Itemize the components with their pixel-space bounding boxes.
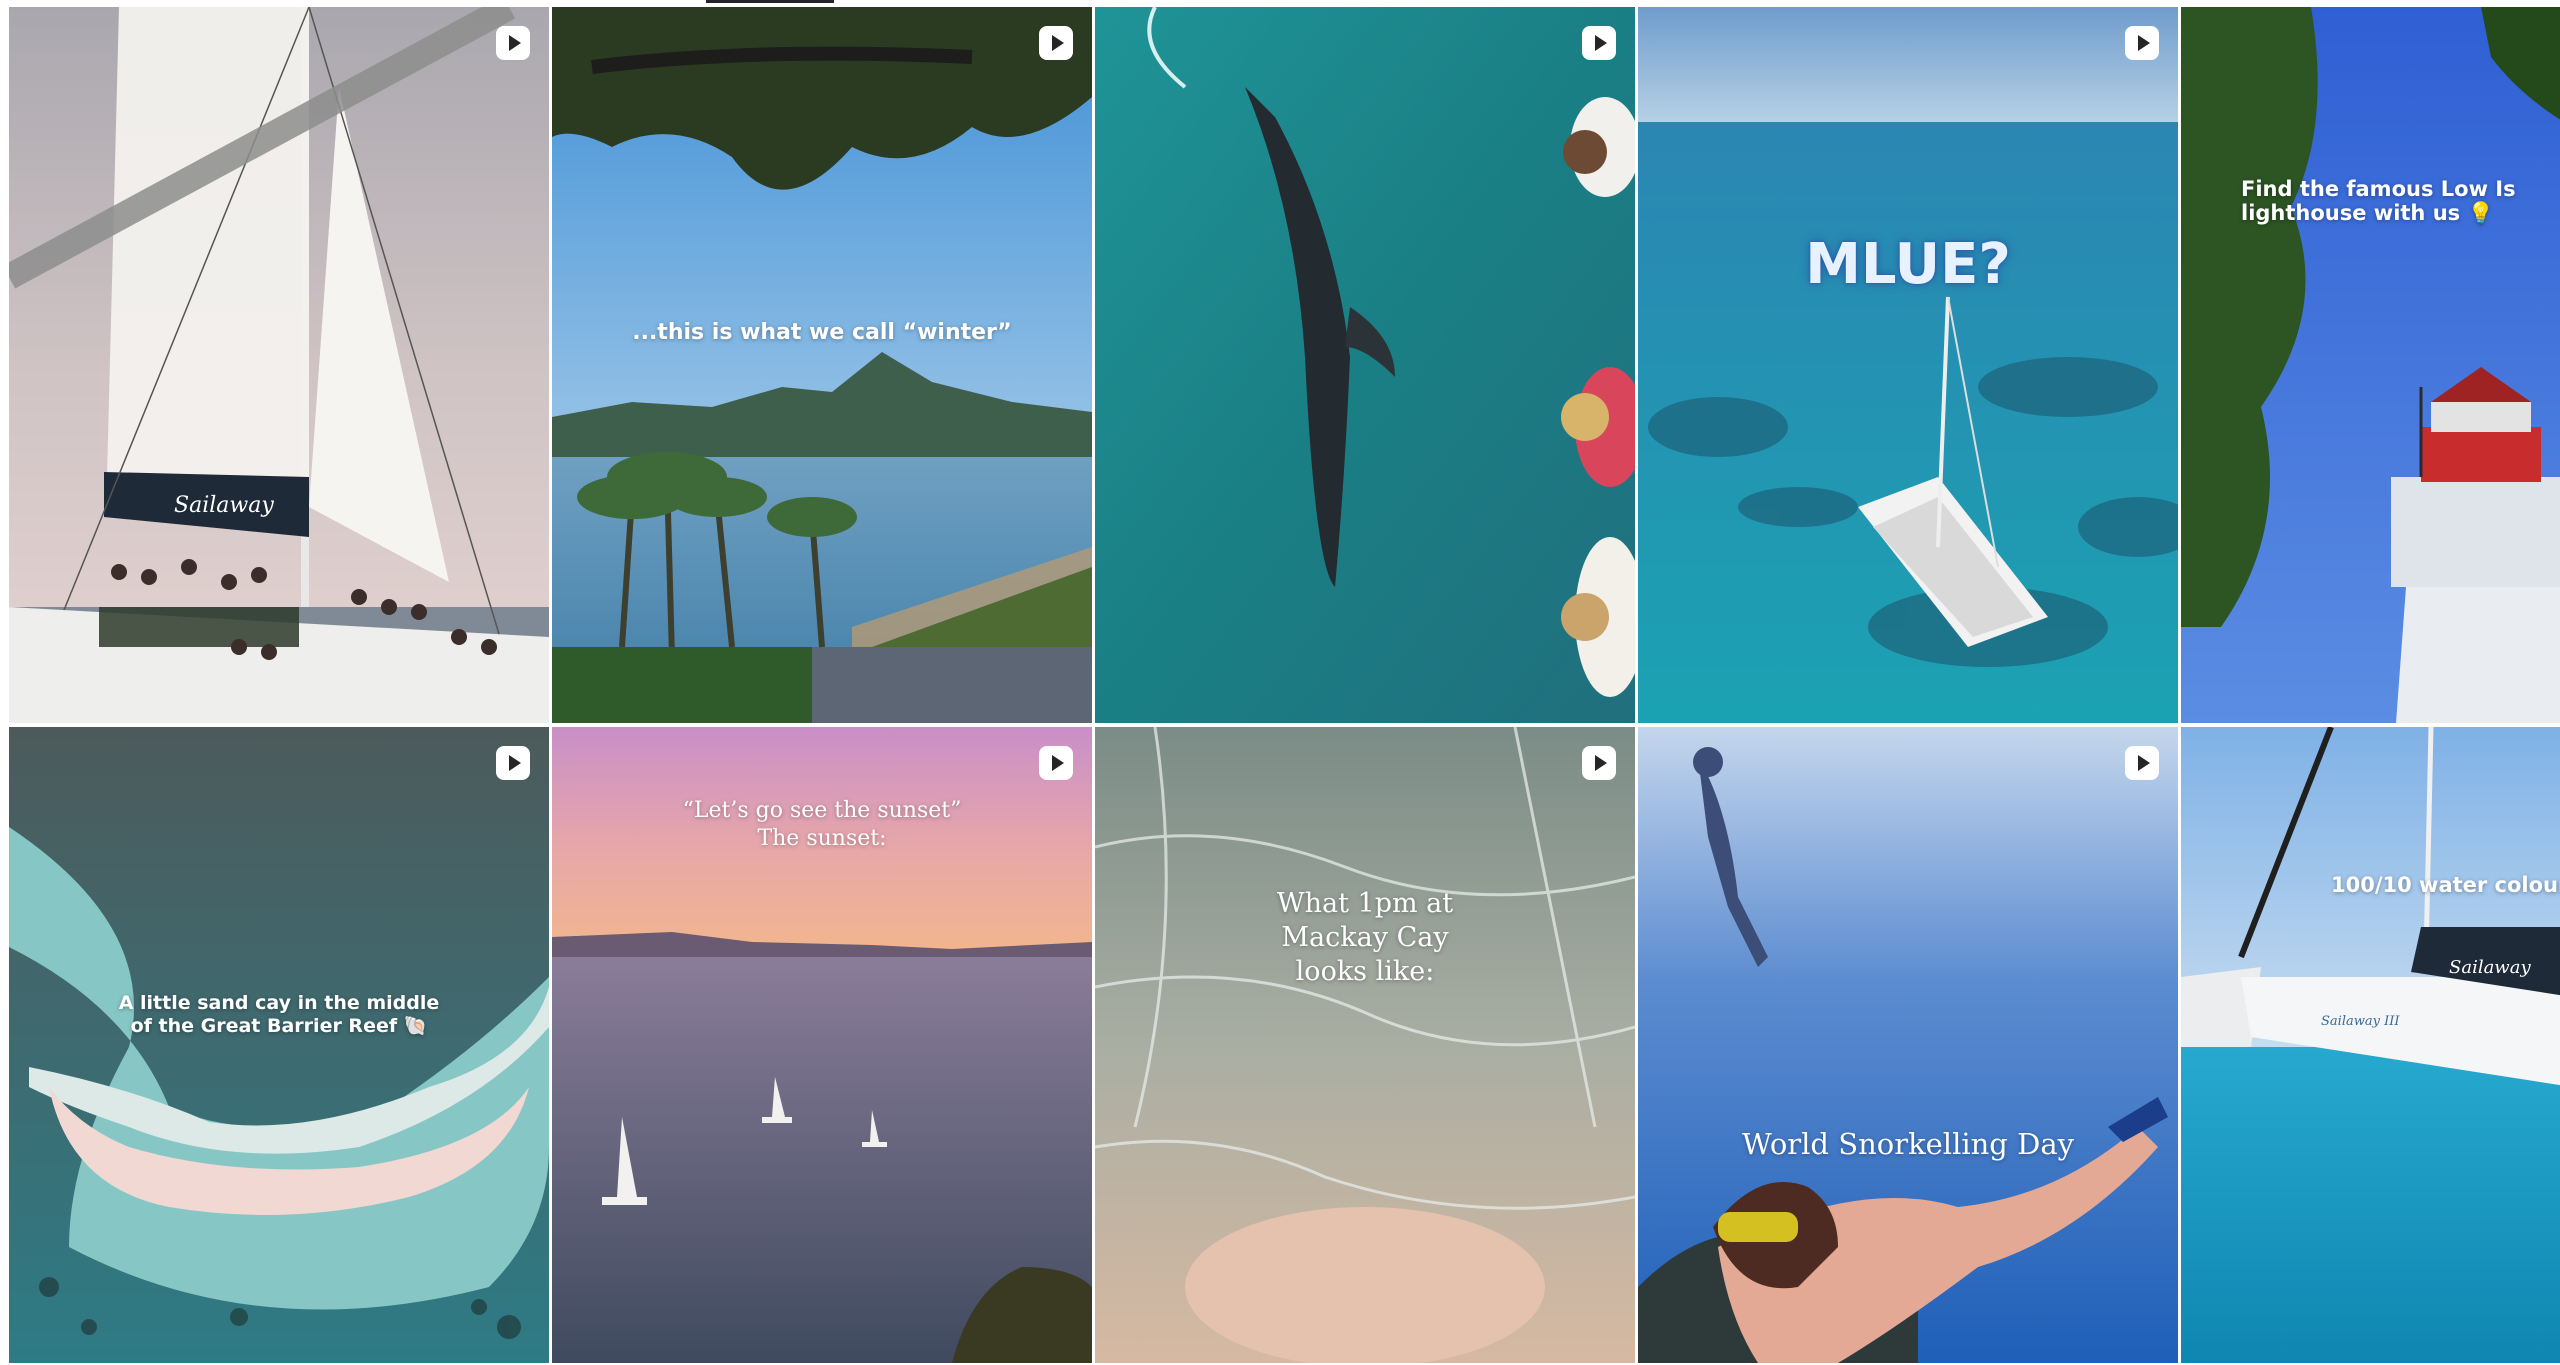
hull-name-label: Sailaway [2449, 957, 2531, 978]
sail-banner-label: Sailaway [174, 493, 274, 518]
reel-caption: “Let’s go see the sunset” The sunset: [682, 798, 962, 851]
reel-tile-sand-cay[interactable]: A little sand cay in the middle of the G… [9, 727, 549, 1363]
reel-tile-water-colour[interactable]: Sailaway Sailaway III 100/10 water colou… [2181, 727, 2560, 1363]
reel-tile-whale-from-above[interactable] [1095, 7, 1635, 723]
reel-tile-low-isles-lighthouse[interactable]: Find the famous Low Is lighthouse with u… [2181, 7, 2560, 723]
reel-thumbnail: Sailaway Sailaway III [2181, 727, 2560, 1363]
reel-caption: What 1pm at Mackay Cay looks like: [1276, 888, 1454, 987]
reel-thumbnail [552, 7, 1092, 723]
reel-tile-mackay-cay[interactable]: What 1pm at Mackay Cay looks like: [1095, 727, 1635, 1363]
reel-thumbnail: Sailaway [9, 7, 549, 723]
reel-caption: Find the famous Low Is lighthouse with u… [2241, 177, 2516, 225]
reel-icon [1038, 745, 1074, 781]
reel-icon [2124, 745, 2160, 781]
reel-icon [495, 745, 531, 781]
active-tab-indicator [706, 0, 834, 3]
reel-icon [1038, 25, 1074, 61]
reel-thumbnail [9, 727, 549, 1363]
reel-icon [1581, 745, 1617, 781]
reel-tile-sunset-sail[interactable]: “Let’s go see the sunset” The sunset: [552, 727, 1092, 1363]
reel-caption: World Snorkelling Day [1741, 1127, 2075, 1161]
reel-caption: MLUE? [1805, 232, 2011, 297]
reel-icon [2124, 25, 2160, 61]
reel-thumbnail [2181, 7, 2560, 723]
reel-tile-sailway-catamaran[interactable]: Sailaway [9, 7, 549, 723]
reel-tile-snorkelling-day[interactable]: World Snorkelling Day [1638, 727, 2178, 1363]
reel-thumbnail [1095, 727, 1635, 1363]
reel-thumbnail [1638, 727, 2178, 1363]
reel-tile-winter-palms[interactable]: ...this is what we call “winter” [552, 7, 1092, 723]
reel-icon [1581, 25, 1617, 61]
hull-script-label: Sailaway III [2321, 1014, 2400, 1029]
reel-thumbnail [1095, 7, 1635, 723]
reel-icon [495, 25, 531, 61]
reel-caption: 100/10 water colour 💙 [2331, 873, 2560, 897]
reel-caption: ...this is what we call “winter” [632, 320, 1012, 345]
reel-thumbnail [1638, 7, 2178, 723]
reels-grid: Sailaway ...this is what we call “winter… [9, 7, 2560, 1365]
reel-tile-mlue-catamaran[interactable]: MLUE? [1638, 7, 2178, 723]
reel-caption: A little sand cay in the middle of the G… [118, 992, 440, 1037]
